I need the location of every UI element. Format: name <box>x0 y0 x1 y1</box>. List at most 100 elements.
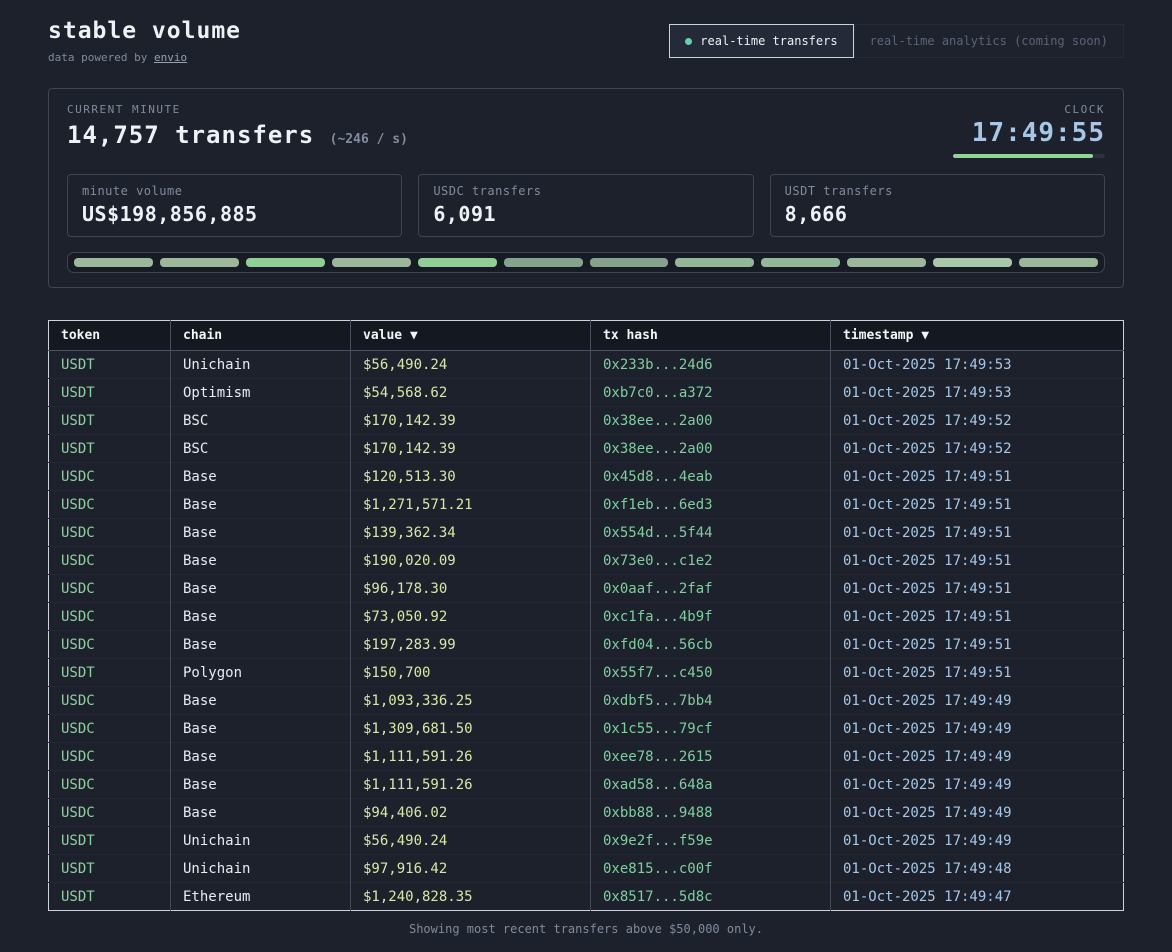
cell-timestamp: 01-Oct-2025 17:49:51 <box>831 631 1124 659</box>
cell-token: USDC <box>49 715 171 743</box>
cell-tx-hash[interactable]: 0x9e2f...f59e <box>591 827 831 855</box>
cell-value: $120,513.30 <box>351 463 591 491</box>
table-row: USDCBase$1,093,336.250xdbf5...7bb401-Oct… <box>49 687 1124 715</box>
cell-timestamp: 01-Oct-2025 17:49:49 <box>831 771 1124 799</box>
column-header-token: token <box>49 321 171 351</box>
cell-tx-hash[interactable]: 0x0aaf...2faf <box>591 575 831 603</box>
cell-timestamp: 01-Oct-2025 17:49:51 <box>831 659 1124 687</box>
cell-value: $54,568.62 <box>351 379 591 407</box>
cell-token: USDT <box>49 659 171 687</box>
cell-tx-hash[interactable]: 0xe815...c00f <box>591 855 831 883</box>
transfer-count-suffix: transfers <box>175 121 314 149</box>
transfer-count: 14,757 <box>67 121 160 149</box>
table-row: USDCBase$139,362.340x554d...5f4401-Oct-2… <box>49 519 1124 547</box>
cell-chain: Base <box>171 519 351 547</box>
volume-segment <box>1019 258 1098 267</box>
column-header-value-sort[interactable]: value ▼ <box>351 321 591 351</box>
minute-progress-fill <box>953 154 1093 158</box>
card-label: USDT transfers <box>785 184 1090 198</box>
cell-tx-hash[interactable]: 0xfd04...56cb <box>591 631 831 659</box>
cell-value: $96,178.30 <box>351 575 591 603</box>
cell-value: $150,700 <box>351 659 591 687</box>
table-row: USDTEthereum$1,240,828.350x8517...5d8c01… <box>49 883 1124 911</box>
live-dot-icon <box>685 38 692 45</box>
table-row: USDTUnichain$56,490.240x9e2f...f59e01-Oc… <box>49 827 1124 855</box>
cell-value: $170,142.39 <box>351 407 591 435</box>
volume-segment <box>933 258 1012 267</box>
card-value: 8,666 <box>785 202 1090 226</box>
cell-token: USDC <box>49 519 171 547</box>
cell-token: USDC <box>49 575 171 603</box>
volume-segment <box>847 258 926 267</box>
cell-tx-hash[interactable]: 0x1c55...79cf <box>591 715 831 743</box>
cell-tx-hash[interactable]: 0x554d...5f44 <box>591 519 831 547</box>
minute-progress-bar <box>953 154 1105 158</box>
cell-chain: Base <box>171 575 351 603</box>
clock-time: 17:49:55 <box>953 118 1105 148</box>
cell-token: USDC <box>49 631 171 659</box>
cell-chain: Base <box>171 491 351 519</box>
cell-chain: Unichain <box>171 351 351 379</box>
cell-timestamp: 01-Oct-2025 17:49:51 <box>831 603 1124 631</box>
table-row: USDTUnichain$97,916.420xe815...c00f01-Oc… <box>49 855 1124 883</box>
card-label: minute volume <box>82 184 387 198</box>
cell-value: $97,916.42 <box>351 855 591 883</box>
cell-tx-hash[interactable]: 0x38ee...2a00 <box>591 407 831 435</box>
cell-token: USDC <box>49 547 171 575</box>
stats-left: CURRENT MINUTE 14,757 transfers (~246 / … <box>67 103 408 149</box>
column-header-tx-hash: tx hash <box>591 321 831 351</box>
cell-tx-hash[interactable]: 0xdbf5...7bb4 <box>591 687 831 715</box>
stats-top: CURRENT MINUTE 14,757 transfers (~246 / … <box>67 103 1105 158</box>
table-row: USDCBase$1,111,591.260xad58...648a01-Oct… <box>49 771 1124 799</box>
envio-link[interactable]: envio <box>154 51 187 64</box>
card-minute-volume: minute volume US$198,856,885 <box>67 174 402 237</box>
volume-segment <box>246 258 325 267</box>
cell-value: $139,362.34 <box>351 519 591 547</box>
cell-token: USDC <box>49 603 171 631</box>
cell-tx-hash[interactable]: 0xee78...2615 <box>591 743 831 771</box>
cell-timestamp: 01-Oct-2025 17:49:51 <box>831 547 1124 575</box>
cell-token: USDT <box>49 351 171 379</box>
cell-timestamp: 01-Oct-2025 17:49:51 <box>831 491 1124 519</box>
cell-tx-hash[interactable]: 0xb7c0...a372 <box>591 379 831 407</box>
cell-tx-hash[interactable]: 0x8517...5d8c <box>591 883 831 911</box>
cell-tx-hash[interactable]: 0x73e0...c1e2 <box>591 547 831 575</box>
cell-tx-hash[interactable]: 0xf1eb...6ed3 <box>591 491 831 519</box>
volume-segment <box>675 258 754 267</box>
cell-tx-hash[interactable]: 0xbb88...9488 <box>591 799 831 827</box>
cell-chain: Base <box>171 631 351 659</box>
transfers-table: token chain value ▼ tx hash timestamp ▼ … <box>48 320 1124 911</box>
tab-real-time-analytics[interactable]: real-time analytics (coming soon) <box>854 24 1124 58</box>
column-header-timestamp-sort[interactable]: timestamp ▼ <box>831 321 1124 351</box>
table-row: USDTBSC$170,142.390x38ee...2a0001-Oct-20… <box>49 407 1124 435</box>
cell-value: $1,093,336.25 <box>351 687 591 715</box>
card-label: USDC transfers <box>433 184 738 198</box>
cell-value: $1,309,681.50 <box>351 715 591 743</box>
cell-token: USDC <box>49 463 171 491</box>
cell-token: USDT <box>49 827 171 855</box>
cell-tx-hash[interactable]: 0x45d8...4eab <box>591 463 831 491</box>
cell-tx-hash[interactable]: 0x233b...24d6 <box>591 351 831 379</box>
tab-real-time-transfers[interactable]: real-time transfers <box>669 24 853 58</box>
transfers-table-body: USDTUnichain$56,490.240x233b...24d601-Oc… <box>49 351 1124 911</box>
cell-tx-hash[interactable]: 0xc1fa...4b9f <box>591 603 831 631</box>
cell-value: $56,490.24 <box>351 351 591 379</box>
cell-token: USDT <box>49 407 171 435</box>
cell-tx-hash[interactable]: 0xad58...648a <box>591 771 831 799</box>
cell-tx-hash[interactable]: 0x55f7...c450 <box>591 659 831 687</box>
cell-value: $1,240,828.35 <box>351 883 591 911</box>
volume-segment <box>590 258 669 267</box>
cell-chain: BSC <box>171 407 351 435</box>
cell-tx-hash[interactable]: 0x38ee...2a00 <box>591 435 831 463</box>
volume-segment <box>160 258 239 267</box>
powered-by: data powered by envio <box>48 51 241 64</box>
cell-chain: Unichain <box>171 827 351 855</box>
table-header: token chain value ▼ tx hash timestamp ▼ <box>49 321 1124 351</box>
card-value: US$198,856,885 <box>82 202 387 226</box>
cell-chain: Unichain <box>171 855 351 883</box>
card-usdc-transfers: USDC transfers 6,091 <box>418 174 753 237</box>
cell-timestamp: 01-Oct-2025 17:49:49 <box>831 743 1124 771</box>
cell-chain: Base <box>171 547 351 575</box>
cell-token: USDC <box>49 491 171 519</box>
header: stable volume data powered by envio real… <box>48 18 1124 64</box>
